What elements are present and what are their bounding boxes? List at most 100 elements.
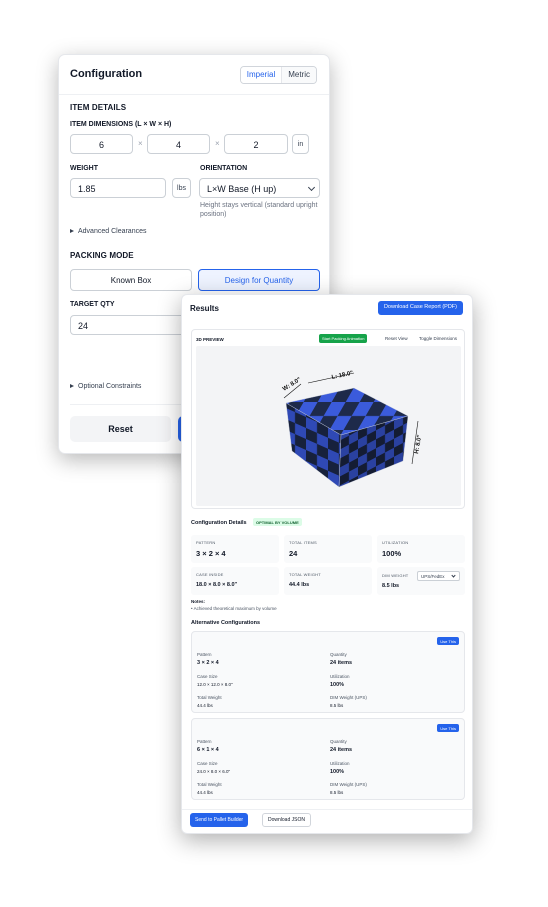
results-title: Results xyxy=(190,304,219,313)
use-this-button[interactable]: Use This xyxy=(437,724,459,732)
weight-input[interactable]: 1.85 xyxy=(70,178,166,198)
alt-value: 3 × 2 × 4 xyxy=(197,660,219,666)
stat-key: TOTAL ITEMS xyxy=(289,540,317,545)
weight-label: WEIGHT xyxy=(70,165,98,172)
unit-toggle: Imperial Metric xyxy=(239,66,317,84)
alt-value: 6 × 1 × 4 xyxy=(197,747,219,753)
orientation-select[interactable]: L×W Base (H up) xyxy=(199,178,320,198)
alt-value: 44.4 lbs xyxy=(197,703,213,708)
configuration-details-heading: Configuration Details xyxy=(191,520,247,526)
alt-key: Quantity xyxy=(330,739,347,744)
caret-right-icon xyxy=(70,229,74,233)
notes-label: Notes: xyxy=(191,599,206,604)
alt-key: Pattern xyxy=(197,739,212,744)
length-dimension-label: L: 18.0" xyxy=(331,371,354,381)
stat-key: DIM WEIGHT xyxy=(382,573,409,578)
known-box-button[interactable]: Known Box xyxy=(70,269,192,291)
height-input[interactable]: 2 xyxy=(224,134,288,154)
unit-metric-button[interactable]: Metric xyxy=(282,67,316,83)
orientation-label: ORIENTATION xyxy=(200,165,248,172)
advanced-clearances-label: Advanced Clearances xyxy=(78,228,147,235)
optional-constraints-toggle[interactable]: Optional Constraints xyxy=(70,383,141,390)
orientation-value: L×W Base (H up) xyxy=(207,184,277,194)
stat-value: 3 × 2 × 4 xyxy=(196,549,226,558)
alt-key: Quantity xyxy=(330,652,347,657)
case-inside-stat: CASE INSIDE 18.0 × 8.0 × 8.0" xyxy=(191,567,279,595)
use-this-button[interactable]: Use This xyxy=(437,637,459,645)
reset-button[interactable]: Reset xyxy=(70,416,171,442)
orientation-hint: Height stays vertical (standard upright … xyxy=(200,202,318,218)
target-qty-label: TARGET QTY xyxy=(70,301,115,308)
alternative-config-card: Use This Pattern 6 × 1 × 4 Quantity 24 i… xyxy=(191,718,465,800)
alt-key: Case Size xyxy=(197,674,218,679)
dim-weight-carrier-select[interactable]: UPS/FedEx xyxy=(417,571,460,581)
times-sign: × xyxy=(138,139,143,148)
length-input[interactable]: 6 xyxy=(70,134,133,154)
stat-value: 18.0 × 8.0 × 8.0" xyxy=(196,582,238,588)
alt-value: 24 items xyxy=(330,660,353,666)
times-sign: × xyxy=(215,139,220,148)
alt-value: 100% xyxy=(330,682,345,688)
alt-value: 8.5 lbs xyxy=(330,790,344,795)
alt-value: 100% xyxy=(330,769,345,775)
dimension-unit-label: in xyxy=(292,134,309,154)
send-to-pallet-builder-button[interactable]: Send to Pallet Builder xyxy=(190,813,249,827)
alt-value: 8.5 lbs xyxy=(330,703,344,708)
advanced-clearances-toggle[interactable]: Advanced Clearances xyxy=(70,228,147,235)
start-packing-animation-button[interactable]: Start Packing Animation xyxy=(319,334,368,343)
alt-key: DIM Weight (UPS) xyxy=(330,695,367,700)
alternative-config-card: Use This Pattern 3 × 2 × 4 Quantity 24 i… xyxy=(191,631,465,713)
results-panel: Results Download Case Report (PDF) 3D PR… xyxy=(181,294,473,834)
unit-imperial-button[interactable]: Imperial xyxy=(240,67,283,83)
alt-key: Utilization xyxy=(330,761,350,766)
design-for-quantity-button[interactable]: Design for Quantity xyxy=(198,269,320,291)
alt-key: Total Weight xyxy=(197,695,222,700)
config-title: Configuration xyxy=(70,68,143,80)
notes-text: • Achieved theoretical maximum by volume xyxy=(191,606,277,611)
alt-key: Pattern xyxy=(197,652,212,657)
alt-key: Case Size xyxy=(197,761,218,766)
total-weight-stat: TOTAL WEIGHT 44.4 lbs xyxy=(284,567,372,595)
alt-key: Utilization xyxy=(330,674,350,679)
3d-preview-panel: 3D PREVIEW Start Packing Animation Reset… xyxy=(191,329,465,509)
download-case-report-button[interactable]: Download Case Report (PDF) xyxy=(377,301,463,315)
stat-value: 100% xyxy=(382,549,402,558)
pattern-stat: PATTERN 3 × 2 × 4 xyxy=(191,535,279,563)
dim-carrier-value: UPS/FedEx xyxy=(421,574,445,579)
toggle-dimensions-button[interactable]: Toggle Dimensions xyxy=(419,336,457,341)
footer-divider xyxy=(182,809,472,810)
optional-constraints-label: Optional Constraints xyxy=(78,383,142,390)
width-input[interactable]: 4 xyxy=(147,134,210,154)
3d-preview-label: 3D PREVIEW xyxy=(196,337,224,342)
alt-key: DIM Weight (UPS) xyxy=(330,782,367,787)
alt-value: 44.4 lbs xyxy=(197,790,213,795)
download-json-button[interactable]: Download JSON xyxy=(262,813,311,827)
alt-key: Total Weight xyxy=(197,782,222,787)
reset-view-button[interactable]: Reset View xyxy=(385,336,408,341)
stat-value: 44.4 lbs xyxy=(289,582,310,588)
dim-weight-stat: DIM WEIGHT 8.5 lbs UPS/FedEx xyxy=(377,567,465,595)
chevron-down-icon xyxy=(451,573,456,578)
alternative-configurations-heading: Alternative Configurations xyxy=(191,620,261,626)
stat-value: 8.5 lbs xyxy=(382,583,400,589)
stat-key: UTILIZATION xyxy=(382,540,409,545)
stat-key: CASE INSIDE xyxy=(196,572,224,577)
packing-mode-heading: PACKING MODE xyxy=(70,251,134,260)
caret-right-icon xyxy=(70,384,74,388)
stat-key: PATTERN xyxy=(196,540,216,545)
total-items-stat: TOTAL ITEMS 24 xyxy=(284,535,372,563)
item-details-heading: ITEM DETAILS xyxy=(70,103,127,112)
width-dimension-label: W: 8.0" xyxy=(282,377,303,393)
3d-canvas[interactable]: W: 8.0" L: 18.0" H: 8.0" xyxy=(196,346,461,506)
chevron-down-icon xyxy=(307,183,316,192)
alt-value: 24 items xyxy=(330,747,353,753)
item-dimensions-label: ITEM DIMENSIONS (L × W × H) xyxy=(70,121,172,128)
config-header: Configuration Imperial Metric xyxy=(59,55,329,95)
alt-value: 24.0 × 8.0 × 6.0" xyxy=(197,769,231,774)
packed-case-3d-view: W: 8.0" L: 18.0" H: 8.0" xyxy=(282,371,423,488)
weight-unit-label: lbs xyxy=(172,178,191,198)
optimal-badge: OPTIMAL BY VOLUME xyxy=(253,518,302,526)
stat-value: 24 xyxy=(289,549,298,558)
utilization-stat: UTILIZATION 100% xyxy=(377,535,465,563)
stat-key: TOTAL WEIGHT xyxy=(289,572,321,577)
